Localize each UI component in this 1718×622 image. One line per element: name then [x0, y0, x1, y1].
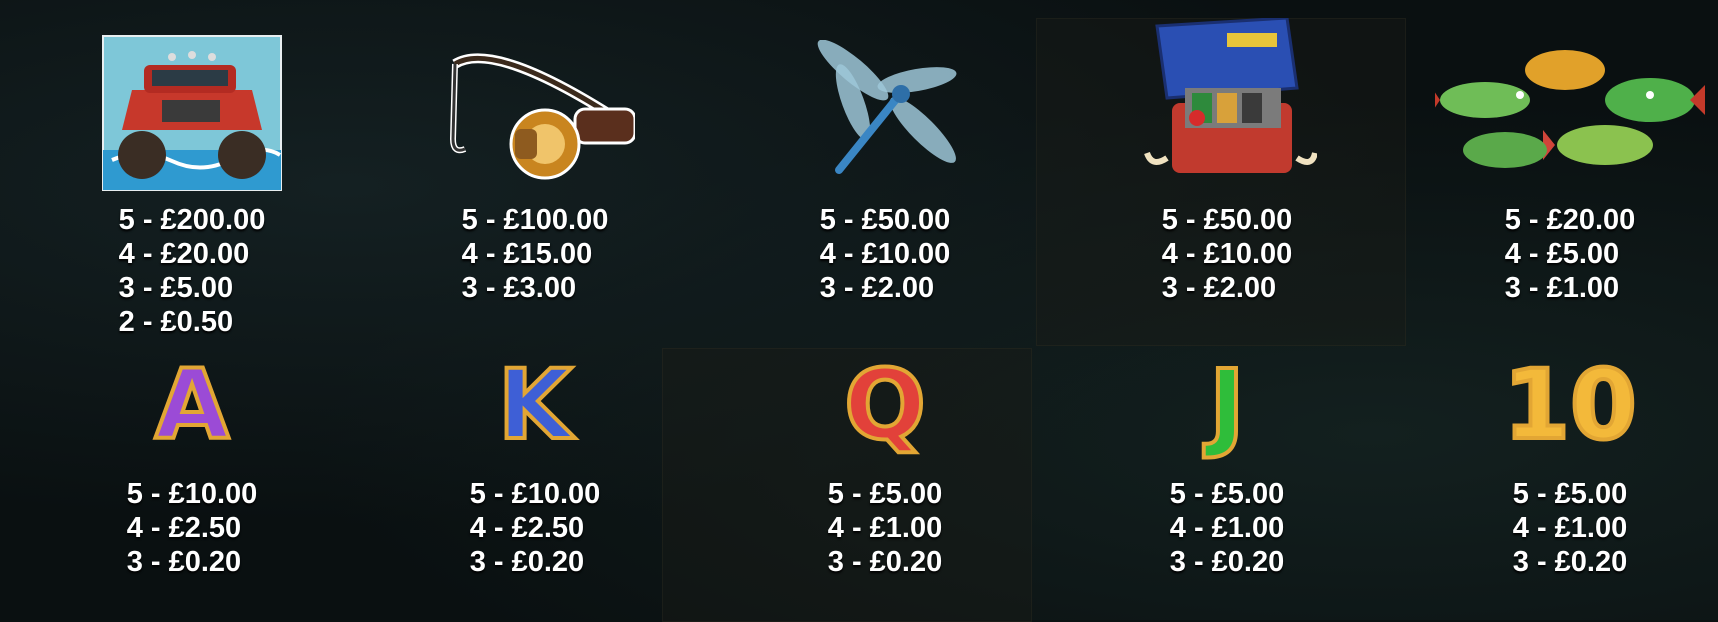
payout-list: 5 - £50.00 4 - £10.00 3 - £2.00: [1162, 203, 1293, 305]
payout-line: 4 - £20.00: [118, 238, 250, 270]
payout-list: 5 - £10.00 4 - £2.50 3 - £0.20: [127, 477, 258, 579]
letter-q-icon: Q: [842, 348, 928, 462]
payout-line: 4 - £1.00: [827, 512, 943, 544]
payout-line: 3 - £0.20: [827, 546, 943, 578]
payout-line: 5 - £5.00: [1512, 478, 1628, 510]
payout-list: 5 - £50.00 4 - £10.00 3 - £2.00: [820, 203, 951, 305]
payout-line: 5 - £10.00: [469, 478, 601, 510]
payout-line: 2 - £0.50: [118, 306, 234, 338]
payout-list: 5 - £10.00 4 - £2.50 3 - £0.20: [470, 477, 601, 579]
payout-line: 4 - £1.00: [1512, 512, 1628, 544]
payout-line: 5 - £100.00: [461, 204, 609, 236]
payout-line: 5 - £50.00: [819, 204, 951, 236]
payout-list: 5 - £100.00 4 - £15.00 3 - £3.00: [462, 203, 609, 305]
letter-a-icon: A: [153, 348, 231, 462]
payout-line: 5 - £10.00: [126, 478, 258, 510]
fishing-rod-icon: [435, 44, 637, 184]
payout-list: 5 - £20.00 4 - £5.00 3 - £1.00: [1505, 203, 1636, 305]
payout-line: 5 - £5.00: [1169, 478, 1285, 510]
payout-line: 3 - £2.00: [1161, 272, 1277, 304]
payout-line: 5 - £200.00: [118, 204, 266, 236]
payout-line: 3 - £5.00: [118, 272, 234, 304]
dragonfly-icon: [805, 39, 965, 185]
payout-line: 4 - £2.50: [469, 512, 585, 544]
payout-line: 4 - £1.00: [1169, 512, 1285, 544]
payout-line: 4 - £5.00: [1504, 238, 1620, 270]
tackle-box-icon: [1137, 16, 1318, 190]
payout-line: 5 - £20.00: [1504, 204, 1636, 236]
payout-line: 3 - £2.00: [819, 272, 935, 304]
payout-list: 5 - £5.00 4 - £1.00 3 - £0.20: [1513, 477, 1627, 579]
payout-line: 3 - £0.20: [469, 546, 585, 578]
payout-list: 5 - £5.00 4 - £1.00 3 - £0.20: [828, 477, 942, 579]
payout-line: 3 - £0.20: [1169, 546, 1285, 578]
payout-line: 4 - £10.00: [819, 238, 951, 270]
letter-j-icon: J: [1207, 348, 1247, 462]
payout-line: 5 - £50.00: [1161, 204, 1293, 236]
fish-group-icon: [1430, 40, 1705, 188]
payout-line: 3 - £0.20: [126, 546, 242, 578]
payout-line: 3 - £1.00: [1504, 272, 1620, 304]
monster-truck-icon: [102, 35, 282, 191]
payout-list: 5 - £200.00 4 - £20.00 3 - £5.00 2 - £0.…: [119, 203, 266, 339]
payout-line: 3 - £3.00: [461, 272, 577, 304]
payout-line: 3 - £0.20: [1512, 546, 1628, 578]
payout-line: 5 - £5.00: [827, 478, 943, 510]
payout-line: 4 - £15.00: [461, 238, 593, 270]
payout-list: 5 - £5.00 4 - £1.00 3 - £0.20: [1170, 477, 1284, 579]
letter-k-icon: K: [496, 348, 574, 462]
payout-line: 4 - £10.00: [1161, 238, 1293, 270]
number-ten-icon: 10: [1501, 348, 1639, 462]
payout-line: 4 - £2.50: [126, 512, 242, 544]
